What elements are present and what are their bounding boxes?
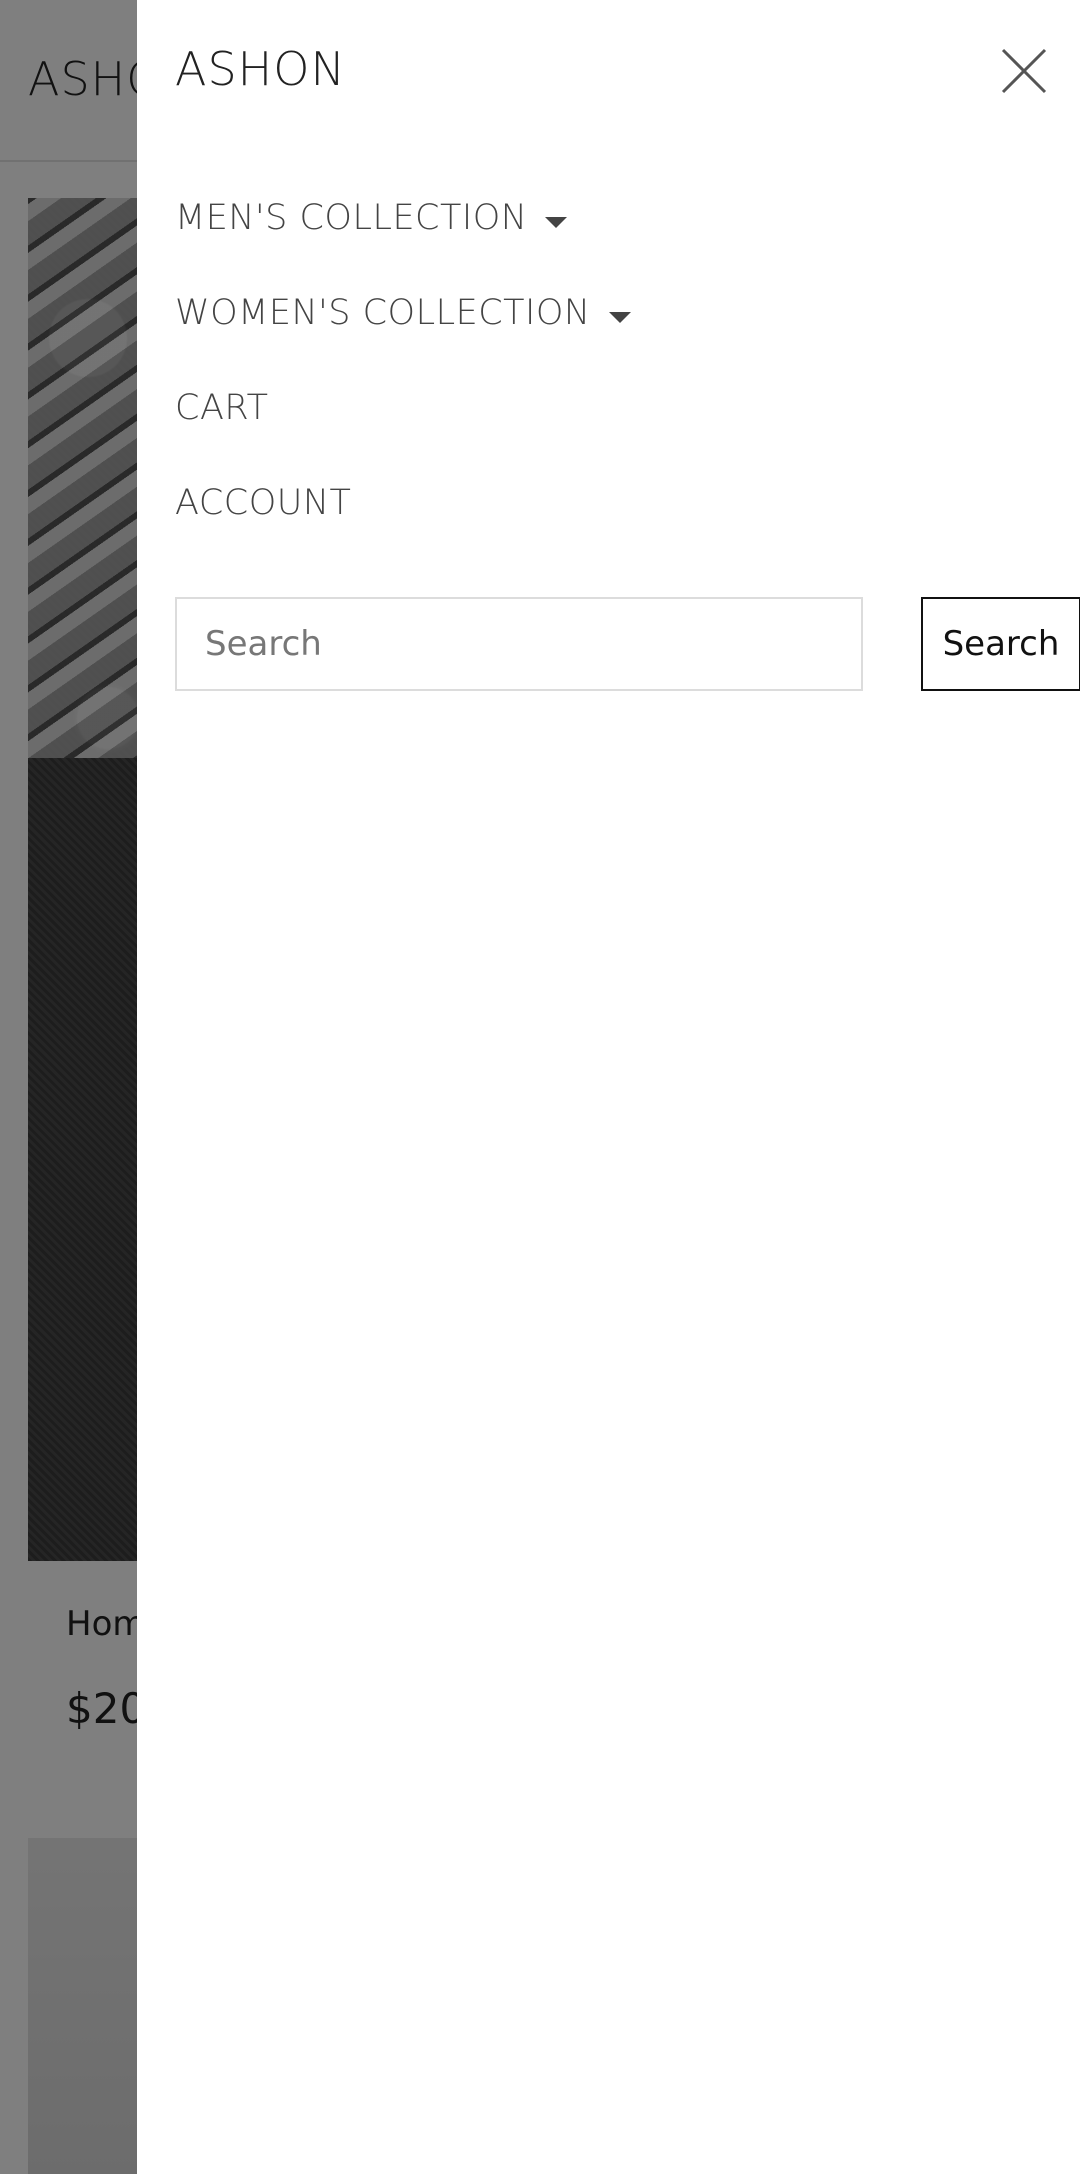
search-form: Search [175,597,1080,691]
nav-item-label: ACCOUNT [175,483,352,523]
nav-item-label: WOMEN'S COLLECTION [175,293,591,333]
nav-item-womens-collection[interactable]: WOMEN'S COLLECTION [175,293,631,388]
nav-item-label: CART [175,388,269,428]
nav-item-mens-collection[interactable]: MEN'S COLLECTION [175,198,631,293]
caret-down-icon [608,312,631,323]
navigation-drawer: ASHON MEN'S COLLECTION WOMEN'S COLLECTIO… [137,0,1080,2174]
drawer-nav: MEN'S COLLECTION WOMEN'S COLLECTION CART… [175,198,631,578]
page: ASHON Hom $20. ASHON MEN'S COLLECTION WO… [0,0,1080,2174]
search-input[interactable] [175,597,863,691]
caret-down-icon [545,217,568,228]
nav-item-account[interactable]: ACCOUNT [175,483,631,578]
nav-item-label: MEN'S COLLECTION [175,198,528,238]
close-icon [1001,48,1047,94]
nav-item-cart[interactable]: CART [175,388,631,483]
close-button[interactable] [999,46,1049,96]
drawer-logo[interactable]: ASHON [175,42,346,96]
search-button[interactable]: Search [921,597,1080,691]
